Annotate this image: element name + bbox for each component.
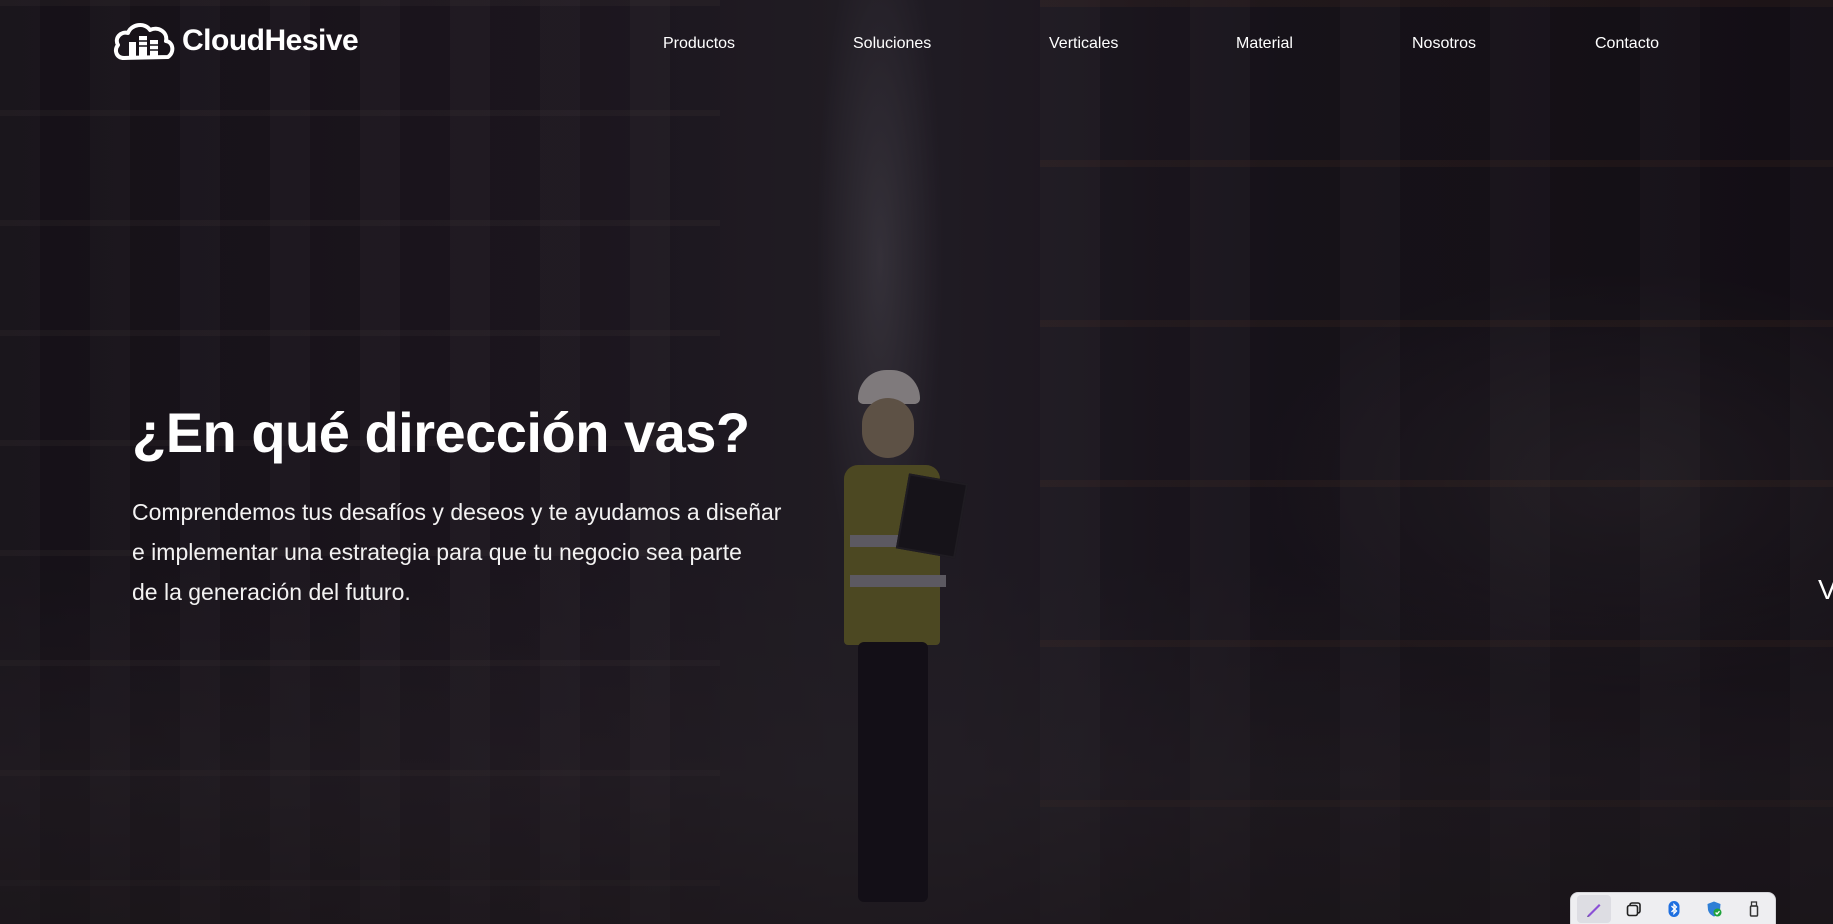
nav-item-productos[interactable]: Productos xyxy=(663,32,735,56)
main-nav: Productos Soluciones Verticales Material… xyxy=(0,32,1833,58)
hero-description-line: de la generación del futuro. xyxy=(132,579,411,605)
system-tray-popup xyxy=(1570,892,1776,924)
pen-icon xyxy=(1587,903,1601,917)
carousel-next-slide-text: V xyxy=(1818,574,1833,605)
tray-item-usb[interactable] xyxy=(1737,895,1771,923)
hero-title: ¿En qué dirección vas? xyxy=(132,401,750,464)
tray-item-security[interactable] xyxy=(1697,895,1731,923)
security-shield-icon xyxy=(1707,901,1722,916)
nav-item-contacto[interactable]: Contacto xyxy=(1595,32,1659,56)
hero-description: Comprendemos tus desafíos y deseos y te … xyxy=(132,492,892,612)
tray-item-copy[interactable] xyxy=(1617,895,1651,923)
nav-item-nosotros[interactable]: Nosotros xyxy=(1412,32,1476,56)
nav-item-verticales[interactable]: Verticales xyxy=(1049,32,1118,56)
bluetooth-icon xyxy=(1668,900,1680,917)
usb-drive-icon xyxy=(1749,900,1759,917)
nav-item-soluciones[interactable]: Soluciones xyxy=(853,32,931,56)
site-header: CloudHesive Productos Soluciones Vertica… xyxy=(0,0,1833,90)
tray-item-pen[interactable] xyxy=(1577,894,1611,923)
nav-item-material[interactable]: Material xyxy=(1236,32,1293,56)
tray-item-bluetooth[interactable] xyxy=(1657,895,1691,923)
hero-description-line: Comprendemos tus desafíos y deseos y te … xyxy=(132,499,782,525)
page: CloudHesive Productos Soluciones Vertica… xyxy=(0,0,1833,924)
copy-icon xyxy=(1626,901,1641,916)
hero-description-line: e implementar una estrategia para que tu… xyxy=(132,539,742,565)
